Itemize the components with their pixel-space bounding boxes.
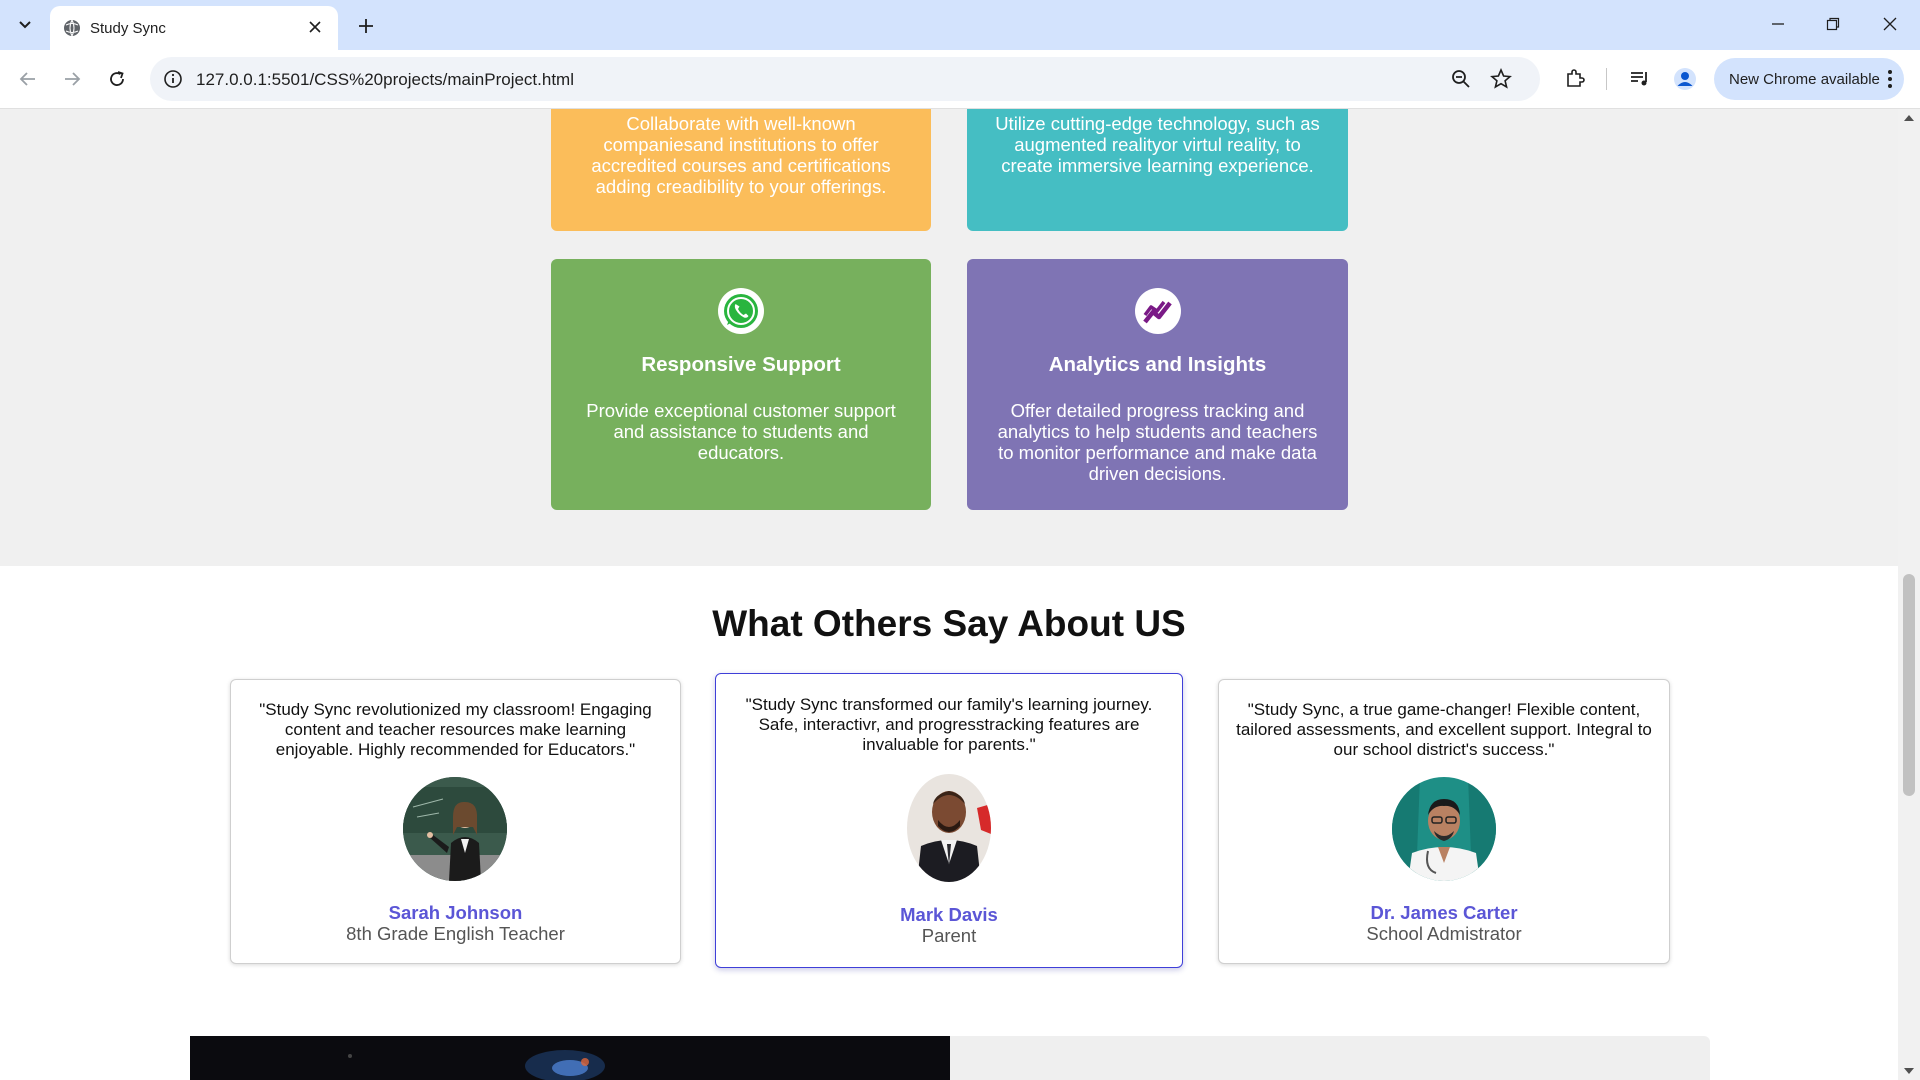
testimonial-card: "Study Sync, a true game-changer! Flexib… xyxy=(1218,679,1670,964)
reload-button[interactable] xyxy=(101,63,133,95)
testimonial-role: School Admistrator xyxy=(1366,923,1522,944)
tab-strip: Study Sync xyxy=(0,0,1920,50)
zoom-icon[interactable] xyxy=(1450,68,1472,90)
page-viewport: Collaborate with well-known companiesand… xyxy=(0,109,1898,1080)
url-text: 127.0.0.1:5501/CSS%20projects/mainProjec… xyxy=(196,70,574,89)
toolbar-divider xyxy=(1606,68,1607,90)
reload-icon xyxy=(110,71,124,86)
site-info-icon[interactable] xyxy=(162,68,184,90)
close-icon xyxy=(309,21,321,33)
close-icon xyxy=(1883,17,1897,31)
avatar-sarah-johnson xyxy=(403,777,507,881)
feature-card-support: Responsive Support Provide exceptional c… xyxy=(551,259,931,510)
chrome-update-button[interactable]: New Chrome available xyxy=(1714,58,1904,100)
avatar-mark-davis xyxy=(907,774,991,882)
address-bar[interactable]: 127.0.0.1:5501/CSS%20projects/mainProjec… xyxy=(150,57,1540,101)
minimize-button[interactable] xyxy=(1760,8,1796,40)
testimonial-name: Mark Davis xyxy=(900,904,998,925)
feature-card-title: Responsive Support xyxy=(641,353,841,376)
tab-search-button[interactable] xyxy=(10,10,40,40)
feature-card-text: Provide exceptional customer support and… xyxy=(586,400,896,463)
back-button[interactable] xyxy=(12,63,44,95)
restore-button[interactable] xyxy=(1815,8,1851,40)
tab-title: Study Sync xyxy=(90,20,166,37)
chevron-down-icon xyxy=(19,21,31,29)
feature-card-text: Offer detailed progress tracking and ana… xyxy=(997,400,1318,484)
arrow-right-icon xyxy=(65,72,81,86)
more-vertical-icon xyxy=(1888,70,1892,88)
new-tab-button[interactable] xyxy=(352,12,380,40)
scroll-up-arrow-icon[interactable] xyxy=(1904,115,1914,121)
bookmark-star-icon[interactable] xyxy=(1490,68,1512,90)
close-window-button[interactable] xyxy=(1872,8,1908,40)
testimonial-name: Dr. James Carter xyxy=(1370,902,1518,923)
video-banner-image xyxy=(190,1036,950,1080)
testimonial-role: Parent xyxy=(921,925,977,946)
testimonial-name: Sarah Johnson xyxy=(388,902,523,923)
testimonial-card: "Study Sync revolutionized my classroom!… xyxy=(230,679,681,964)
trend-chart-icon xyxy=(1135,288,1181,334)
browser-toolbar: 127.0.0.1:5501/CSS%20projects/mainProjec… xyxy=(0,50,1920,109)
arrow-left-icon xyxy=(19,72,35,86)
feature-card-text: Collaborate with well-known companiesand… xyxy=(591,113,891,197)
chrome-update-label: New Chrome available xyxy=(1729,70,1880,88)
feature-card-text: Utilize cutting-edge technology, such as… xyxy=(995,113,1320,176)
testimonials-heading: What Others Say About US xyxy=(712,603,1186,644)
feature-card-partnerships: Collaborate with well-known companiesand… xyxy=(551,109,931,231)
media-controls-icon[interactable] xyxy=(1628,67,1652,91)
testimonial-role: 8th Grade English Teacher xyxy=(346,923,565,944)
profile-avatar-icon[interactable] xyxy=(1673,67,1697,91)
plus-icon xyxy=(359,19,373,33)
features-section: Collaborate with well-known companiesand… xyxy=(0,109,1898,566)
extensions-icon[interactable] xyxy=(1563,67,1587,91)
globe-icon xyxy=(64,19,80,37)
testimonial-quote: "Study Sync, a true game-changer! Flexib… xyxy=(1236,700,1652,759)
scroll-down-arrow-icon[interactable] xyxy=(1904,1068,1914,1074)
feature-card-technology: Utilize cutting-edge technology, such as… xyxy=(967,109,1348,231)
minimize-icon xyxy=(1772,23,1784,25)
close-tab-button[interactable] xyxy=(304,16,326,38)
whatsapp-icon xyxy=(718,288,764,334)
scrollbar-thumb[interactable] xyxy=(1903,574,1915,796)
testimonial-card-active: "Study Sync transformed our family's lea… xyxy=(715,673,1183,968)
next-section-panel xyxy=(950,1036,1710,1080)
feature-card-analytics: Analytics and Insights Offer detailed pr… xyxy=(967,259,1348,510)
forward-button[interactable] xyxy=(56,63,88,95)
testimonial-quote: "Study Sync revolutionized my classroom!… xyxy=(259,700,652,759)
avatar-dr-james-carter xyxy=(1392,777,1496,881)
browser-tab[interactable]: Study Sync xyxy=(50,6,338,50)
feature-card-title: Analytics and Insights xyxy=(1048,353,1267,376)
testimonial-quote: "Study Sync transformed our family's lea… xyxy=(745,695,1153,754)
restore-icon xyxy=(1826,17,1840,31)
page-scrollbar[interactable] xyxy=(1898,109,1920,1080)
